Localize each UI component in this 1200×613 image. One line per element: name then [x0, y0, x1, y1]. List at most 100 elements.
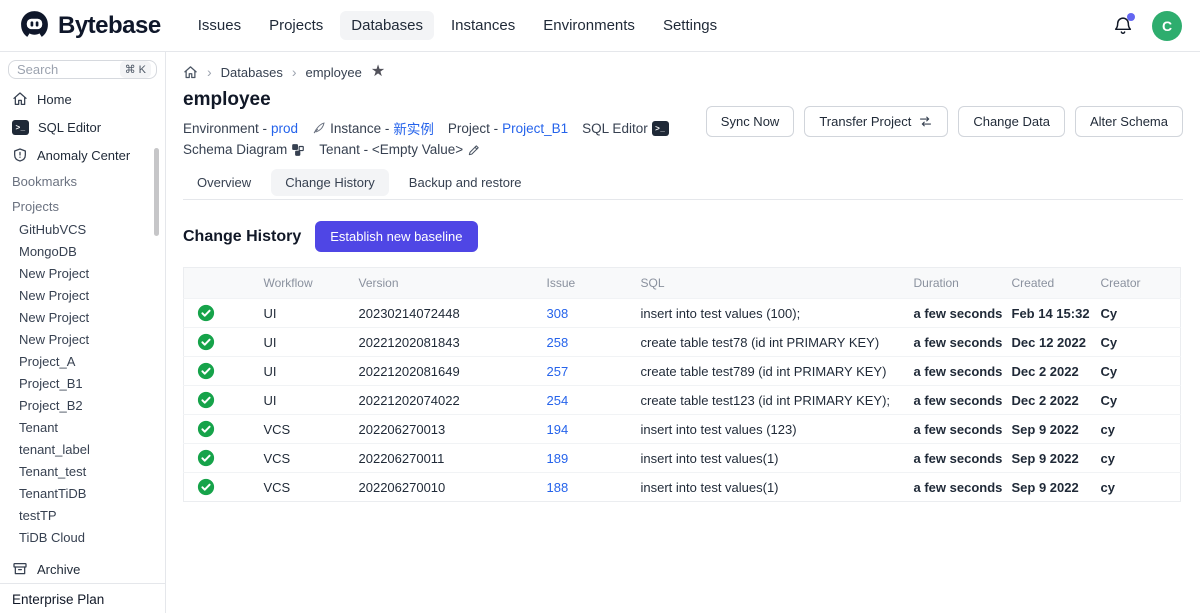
issue-link[interactable]: 188	[547, 480, 569, 495]
issue-link[interactable]: 254	[547, 393, 569, 408]
change-data-button[interactable]: Change Data	[958, 106, 1065, 137]
sidebar-project-tenant-label[interactable]: tenant_label	[0, 439, 165, 461]
projects-list: GitHubVCS MongoDB New Project New Projec…	[0, 219, 165, 549]
table-row[interactable]: VCS202206270011189insert into test value…	[184, 444, 1181, 473]
nav-item-databases[interactable]: Databases	[340, 11, 434, 40]
database-meta: Environment - prod Instance - 新实例 Projec…	[183, 118, 763, 157]
sidebar-project-githubvcs[interactable]: GitHubVCS	[0, 219, 165, 241]
sync-now-button[interactable]: Sync Now	[706, 106, 795, 137]
environment-link[interactable]: prod	[271, 121, 298, 136]
cell-version: 202206270011	[351, 444, 539, 473]
col-creator: Creator	[1093, 268, 1181, 299]
main-content: › Databases › employee ★ employee Enviro…	[166, 52, 1200, 613]
nav-item-instances[interactable]: Instances	[440, 11, 526, 40]
table-row[interactable]: UI20221202081649257create table test789 …	[184, 357, 1181, 386]
table-row[interactable]: UI20221202074022254create table test123 …	[184, 386, 1181, 415]
sidebar-project-tenant-test[interactable]: Tenant_test	[0, 461, 165, 483]
edit-pencil-icon[interactable]	[467, 143, 481, 157]
sidebar-project-tenanttidb[interactable]: TenantTiDB	[0, 483, 165, 505]
sidebar-project-mongodb[interactable]: MongoDB	[0, 241, 165, 263]
issue-link[interactable]: 257	[547, 364, 569, 379]
sidebar-project-project-b1[interactable]: Project_B1	[0, 373, 165, 395]
sidebar-project-tenant[interactable]: Tenant	[0, 417, 165, 439]
tab-overview[interactable]: Overview	[183, 169, 265, 196]
plan-label: Enterprise Plan	[0, 583, 165, 613]
sidebar-project-testtp[interactable]: testTP	[0, 505, 165, 527]
table-row[interactable]: VCS202206270010188insert into test value…	[184, 473, 1181, 502]
archive-icon	[12, 561, 28, 577]
sidebar-item-home[interactable]: Home	[0, 85, 165, 113]
cell-sql: insert into test values(1)	[633, 444, 906, 473]
nav-item-projects[interactable]: Projects	[258, 11, 334, 40]
sidebar-item-anomaly-center[interactable]: Anomaly Center	[0, 141, 165, 169]
sidebar-project-new-project-1[interactable]: New Project	[0, 263, 165, 285]
table-row[interactable]: UI20230214072448308insert into test valu…	[184, 299, 1181, 328]
cell-duration: a few seconds	[906, 328, 1004, 357]
sidebar-project-project-b2[interactable]: Project_B2	[0, 395, 165, 417]
cell-version: 20230214072448	[351, 299, 539, 328]
col-sql: SQL	[633, 268, 906, 299]
notifications-bell-icon[interactable]	[1112, 15, 1134, 37]
issue-link[interactable]: 189	[547, 451, 569, 466]
success-check-icon	[197, 391, 248, 409]
col-duration: Duration	[906, 268, 1004, 299]
nav-item-settings[interactable]: Settings	[652, 11, 728, 40]
breadcrumb-employee[interactable]: employee	[306, 65, 362, 80]
sidebar-project-new-project-2[interactable]: New Project	[0, 285, 165, 307]
table-row[interactable]: VCS202206270013194insert into test value…	[184, 415, 1181, 444]
col-issue: Issue	[539, 268, 633, 299]
sidebar-item-label: Anomaly Center	[37, 148, 130, 163]
change-history-table: Workflow Version Issue SQL Duration Crea…	[183, 267, 1181, 502]
issue-link[interactable]: 308	[547, 306, 569, 321]
col-status	[184, 268, 256, 299]
instance-link[interactable]: 新实例	[393, 118, 434, 138]
sql-editor-shortcut[interactable]: SQL Editor >_	[582, 121, 669, 136]
sidebar-item-label: SQL Editor	[38, 120, 101, 135]
cell-duration: a few seconds	[906, 415, 1004, 444]
sidebar-project-tidb-cloud[interactable]: TiDB Cloud	[0, 527, 165, 549]
cell-workflow: VCS	[256, 415, 351, 444]
sidebar-item-label: Archive	[37, 562, 80, 577]
alter-schema-button[interactable]: Alter Schema	[1075, 106, 1183, 137]
breadcrumb-databases[interactable]: Databases	[221, 65, 283, 80]
sidebar-project-project-a[interactable]: Project_A	[0, 351, 165, 373]
sidebar-project-new-project-3[interactable]: New Project	[0, 307, 165, 329]
establish-baseline-button[interactable]: Establish new baseline	[315, 221, 477, 252]
cell-created: Dec 2 2022	[1004, 357, 1093, 386]
transfer-project-button[interactable]: Transfer Project	[804, 106, 948, 137]
bookmark-star-icon[interactable]: ★	[371, 64, 385, 80]
sidebar: ⌘ K Home >_ SQL Editor	[0, 52, 166, 613]
cell-created: Feb 14 15:32	[1004, 299, 1093, 328]
nav-item-environments[interactable]: Environments	[532, 11, 646, 40]
sidebar-item-label: Home	[37, 92, 72, 107]
cell-created: Dec 12 2022	[1004, 328, 1093, 357]
user-avatar[interactable]: C	[1152, 11, 1182, 41]
tenant-label: Tenant - <Empty Value>	[319, 142, 463, 157]
project-label: Project -	[448, 121, 498, 136]
cell-workflow: UI	[256, 386, 351, 415]
terminal-icon: >_	[12, 120, 29, 135]
top-navbar: Bytebase Issues Projects Databases Insta…	[0, 0, 1200, 52]
search-input[interactable]	[17, 62, 99, 77]
transfer-arrows-icon	[918, 114, 933, 129]
cell-version: 20221202074022	[351, 386, 539, 415]
success-check-icon	[197, 304, 248, 322]
project-link[interactable]: Project_B1	[502, 121, 568, 136]
sidebar-scrollbar[interactable]	[154, 148, 159, 236]
schema-diagram-shortcut[interactable]: Schema Diagram	[183, 142, 305, 157]
tab-backup-and-restore[interactable]: Backup and restore	[395, 169, 536, 196]
breadcrumb-home-icon[interactable]	[183, 65, 198, 80]
cell-creator: cy	[1093, 415, 1181, 444]
bytebase-logo[interactable]: Bytebase	[18, 9, 161, 42]
search-box[interactable]: ⌘ K	[8, 60, 157, 79]
issue-link[interactable]: 194	[547, 422, 569, 437]
tab-change-history[interactable]: Change History	[271, 169, 389, 196]
table-row[interactable]: UI20221202081843258create table test78 (…	[184, 328, 1181, 357]
sidebar-project-new-project-4[interactable]: New Project	[0, 329, 165, 351]
nav-item-issues[interactable]: Issues	[187, 11, 252, 40]
issue-link[interactable]: 258	[547, 335, 569, 350]
sidebar-item-archive[interactable]: Archive	[0, 555, 165, 583]
tabs-divider	[183, 199, 1183, 200]
sidebar-item-sql-editor[interactable]: >_ SQL Editor	[0, 113, 165, 141]
breadcrumb: › Databases › employee ★	[183, 64, 1183, 80]
